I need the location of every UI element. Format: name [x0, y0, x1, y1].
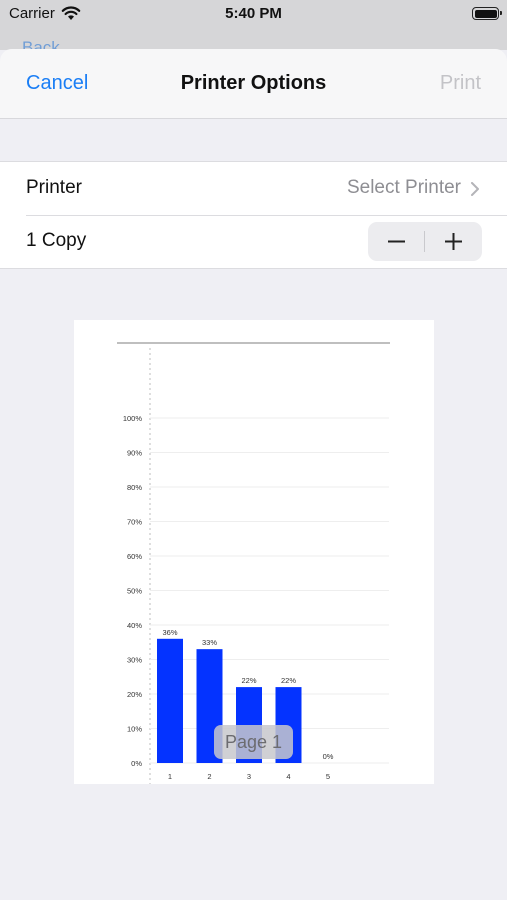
- y-tick-label: 70%: [127, 518, 142, 527]
- x-tick-label: 5: [326, 772, 330, 781]
- minus-icon: [388, 240, 405, 243]
- bar: [157, 638, 183, 763]
- cancel-button[interactable]: Cancel: [26, 72, 88, 95]
- y-tick-label: 50%: [127, 587, 142, 596]
- page-indicator: Page 1: [214, 725, 293, 759]
- y-tick-label: 60%: [127, 552, 142, 561]
- y-tick-label: 40%: [127, 621, 142, 630]
- x-tick-label: 4: [286, 772, 290, 781]
- data-label: 22%: [241, 676, 256, 685]
- copies-row: 1 Copy: [0, 215, 507, 268]
- increment-button[interactable]: [425, 222, 482, 261]
- printer-label: Printer: [26, 177, 82, 198]
- navigation-bar: Cancel Printer Options Print: [0, 49, 507, 119]
- print-preview-page[interactable]: 0% 10% 20% 30% 40% 50% 60% 70% 80% 90% 100% 36% 1 33%…: [74, 320, 434, 784]
- y-tick-label: 90%: [127, 449, 142, 458]
- settings-group: Printer Select Printer 1 Copy: [0, 161, 507, 269]
- y-tick-label: 10%: [127, 725, 142, 734]
- copies-label: 1 Copy: [26, 230, 87, 251]
- decrement-button[interactable]: [368, 222, 425, 261]
- bar-chart: 0%10%20%30%40%50%60%70%80%90%100%36%133%…: [117, 342, 390, 784]
- print-button[interactable]: Print: [440, 72, 481, 95]
- printer-options-sheet: Cancel Printer Options Print Printer Sel…: [0, 49, 507, 900]
- data-label: 0%: [323, 752, 334, 761]
- printer-row[interactable]: Printer Select Printer: [0, 162, 507, 215]
- battery-icon: [472, 7, 502, 20]
- x-tick-label: 1: [168, 772, 172, 781]
- chevron-right-icon: [471, 182, 479, 196]
- y-tick-label: 80%: [127, 483, 142, 492]
- copies-stepper[interactable]: [368, 222, 482, 261]
- data-label: 36%: [162, 628, 177, 637]
- status-bar: Carrier 5:40 PM Back: [0, 0, 507, 57]
- plus-icon: [445, 233, 462, 250]
- data-label: 33%: [202, 638, 217, 647]
- y-tick-label: 100%: [123, 414, 143, 423]
- status-time: 5:40 PM: [225, 5, 282, 22]
- printer-value: Select Printer: [346, 177, 461, 198]
- y-tick-label: 0%: [131, 759, 142, 768]
- data-label: 22%: [281, 676, 296, 685]
- y-tick-label: 30%: [127, 656, 142, 665]
- y-tick-label: 20%: [127, 690, 142, 699]
- x-tick-label: 3: [247, 772, 251, 781]
- x-tick-label: 2: [207, 772, 211, 781]
